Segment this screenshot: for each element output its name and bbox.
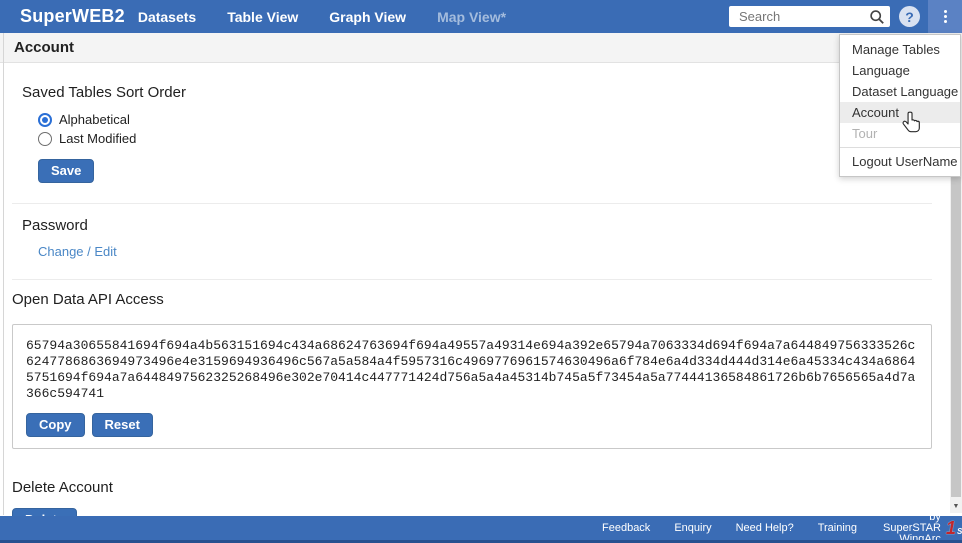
nav-item-table-view[interactable]: Table View bbox=[227, 9, 298, 25]
search-input[interactable] bbox=[737, 8, 869, 25]
api-key-box: 65794a30655841694f694a4b563151694c434a68… bbox=[12, 324, 932, 449]
page-title: Account bbox=[14, 39, 74, 56]
page-header: Account bbox=[0, 33, 962, 63]
menu-item-tour: Tour bbox=[840, 123, 960, 144]
footer-link-need-help[interactable]: Need Help? bbox=[736, 522, 794, 534]
menu-item-manage-tables[interactable]: Manage Tables bbox=[840, 39, 960, 60]
nav-right-controls: ? bbox=[729, 0, 962, 33]
brand-logo[interactable]: SuperWEB2 bbox=[20, 6, 125, 27]
account-settings-panel: Saved Tables Sort Order Alphabetical Las… bbox=[0, 62, 944, 543]
menu-item-dataset-language[interactable]: Dataset Language bbox=[840, 81, 960, 102]
footer-bar: Feedback Enquiry Need Help? Training Pow… bbox=[0, 516, 962, 540]
radio-alphabetical-label[interactable]: Alphabetical bbox=[59, 112, 130, 127]
change-password-link[interactable]: Change / Edit bbox=[38, 244, 117, 259]
search-box bbox=[729, 6, 890, 27]
api-key-value: 65794a30655841694f694a4b563151694c434a68… bbox=[26, 338, 915, 402]
nav-item-datasets[interactable]: Datasets bbox=[138, 9, 196, 25]
save-button[interactable]: Save bbox=[38, 159, 94, 183]
radio-option-last-modified[interactable]: Last Modified bbox=[38, 129, 932, 148]
help-icon[interactable]: ? bbox=[899, 6, 920, 27]
api-access-heading: Open Data API Access bbox=[12, 291, 932, 308]
copy-button[interactable]: Copy bbox=[26, 413, 85, 437]
menu-item-account[interactable]: Account bbox=[840, 102, 960, 123]
powered-by-text: Powered by SuperSTAR WingArc Australia bbox=[883, 501, 941, 543]
search-icon[interactable] bbox=[869, 9, 885, 25]
delete-account-heading: Delete Account bbox=[12, 479, 932, 496]
nav-items: Datasets Table View Graph View Map View* bbox=[138, 9, 506, 25]
footer-link-enquiry[interactable]: Enquiry bbox=[674, 522, 711, 534]
menu-item-logout[interactable]: Logout UserName bbox=[840, 151, 960, 172]
radio-last-modified-label[interactable]: Last Modified bbox=[59, 131, 136, 146]
sort-order-heading: Saved Tables Sort Order bbox=[22, 84, 932, 101]
nav-item-graph-view[interactable]: Graph View bbox=[329, 9, 406, 25]
footer-link-feedback[interactable]: Feedback bbox=[602, 522, 650, 534]
scrollbar-thumb[interactable] bbox=[951, 160, 961, 497]
password-heading: Password bbox=[22, 217, 932, 234]
radio-last-modified-button[interactable] bbox=[38, 132, 52, 146]
content-left-edge bbox=[3, 33, 4, 515]
menu-item-language[interactable]: Language bbox=[840, 60, 960, 81]
kebab-menu-icon[interactable] bbox=[928, 0, 962, 33]
superstar-1st-logo: 1 ST bbox=[946, 519, 962, 537]
footer-link-training[interactable]: Training bbox=[818, 522, 857, 534]
section-divider bbox=[12, 203, 932, 204]
radio-alphabetical-button[interactable] bbox=[38, 113, 52, 127]
api-key-actions: Copy Reset bbox=[26, 413, 919, 437]
top-nav-bar: SuperWEB2 Datasets Table View Graph View… bbox=[0, 0, 962, 33]
settings-dropdown-menu: Manage Tables Language Dataset Language … bbox=[839, 34, 961, 177]
radio-option-alphabetical[interactable]: Alphabetical bbox=[38, 110, 932, 129]
menu-divider bbox=[840, 147, 960, 148]
reset-button[interactable]: Reset bbox=[92, 413, 153, 437]
scrollbar-down-arrow-icon[interactable]: ▼ bbox=[950, 500, 962, 513]
superweb2-app: SuperWEB2 Datasets Table View Graph View… bbox=[0, 0, 962, 543]
section-divider bbox=[12, 279, 932, 280]
powered-by-line1: Powered by SuperSTAR bbox=[883, 501, 941, 534]
nav-item-map-view[interactable]: Map View* bbox=[437, 9, 506, 25]
logo-st-glyph: ST bbox=[957, 527, 962, 536]
logo-one-glyph: 1 bbox=[946, 519, 956, 537]
footer-links: Feedback Enquiry Need Help? Training bbox=[602, 522, 857, 534]
sort-order-radio-group: Alphabetical Last Modified bbox=[38, 110, 932, 148]
